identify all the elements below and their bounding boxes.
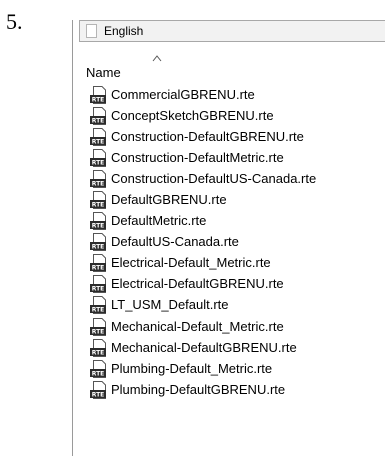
file-list-item[interactable]: RTE CommercialGBRENU.rte bbox=[90, 84, 316, 105]
rte-file-icon: RTE bbox=[90, 127, 106, 146]
sort-ascending-icon bbox=[152, 55, 162, 62]
file-name: ConceptSketchGBRENU.rte bbox=[111, 107, 274, 123]
name-column-header[interactable]: Name bbox=[73, 52, 385, 82]
file-list-item[interactable]: RTE ConceptSketchGBRENU.rte bbox=[90, 105, 316, 126]
rte-badge-text: RTE bbox=[92, 391, 105, 398]
file-name: DefaultUS-Canada.rte bbox=[111, 234, 239, 250]
rte-badge-text: RTE bbox=[92, 370, 105, 377]
file-list-item[interactable]: RTE LT_USM_Default.rte bbox=[90, 295, 316, 316]
file-list-item[interactable]: RTE Construction-DefaultMetric.rte bbox=[90, 147, 316, 168]
file-list-item[interactable]: RTE Mechanical-Default_Metric.rte bbox=[90, 316, 316, 337]
file-name: DefaultGBRENU.rte bbox=[111, 192, 227, 208]
rte-file-icon: RTE bbox=[90, 169, 106, 188]
rte-file-icon: RTE bbox=[90, 359, 106, 378]
rte-badge-text: RTE bbox=[92, 328, 105, 335]
file-list: RTE CommercialGBRENU.rte RTE ConceptSketchG… bbox=[90, 84, 316, 400]
rte-badge-text: RTE bbox=[92, 138, 105, 145]
rte-badge-text: RTE bbox=[92, 265, 105, 272]
rte-badge-text: RTE bbox=[92, 244, 105, 251]
file-name: Mechanical-Default_Metric.rte bbox=[111, 318, 284, 334]
rte-badge-text: RTE bbox=[92, 96, 105, 103]
rte-file-icon: RTE bbox=[90, 233, 106, 252]
rte-file-icon: RTE bbox=[90, 317, 106, 336]
rte-badge-text: RTE bbox=[92, 286, 105, 293]
rte-badge-text: RTE bbox=[92, 223, 105, 230]
file-name: DefaultMetric.rte bbox=[111, 213, 207, 229]
file-name: Construction-DefaultMetric.rte bbox=[111, 149, 284, 165]
file-name: Construction-DefaultUS-Canada.rte bbox=[111, 170, 317, 186]
rte-file-icon: RTE bbox=[90, 106, 106, 125]
file-name: LT_USM_Default.rte bbox=[111, 297, 229, 313]
rte-file-icon: RTE bbox=[90, 148, 106, 167]
file-list-item[interactable]: RTE DefaultGBRENU.rte bbox=[90, 189, 316, 210]
file-name: Construction-DefaultGBRENU.rte bbox=[111, 128, 304, 144]
address-folder-name: English bbox=[104, 24, 144, 38]
file-explorer-pane: English Name RTE CommercialGBRENU.rte RTE C… bbox=[72, 20, 385, 456]
file-list-item[interactable]: RTE DefaultUS-Canada.rte bbox=[90, 232, 316, 253]
rte-badge-text: RTE bbox=[92, 349, 105, 356]
rte-badge-text: RTE bbox=[92, 159, 105, 166]
file-list-item[interactable]: RTE DefaultMetric.rte bbox=[90, 211, 316, 232]
file-list-item[interactable]: RTE Electrical-DefaultGBRENU.rte bbox=[90, 274, 316, 295]
file-list-item[interactable]: RTE Electrical-Default_Metric.rte bbox=[90, 253, 316, 274]
file-name: Plumbing-Default_Metric.rte bbox=[111, 360, 273, 376]
file-list-item[interactable]: RTE Plumbing-DefaultGBRENU.rte bbox=[90, 379, 316, 400]
rte-badge-text: RTE bbox=[92, 117, 105, 124]
file-name: Mechanical-DefaultGBRENU.rte bbox=[111, 339, 297, 355]
rte-file-icon: RTE bbox=[90, 85, 106, 104]
rte-file-icon: RTE bbox=[90, 338, 106, 357]
rte-file-icon: RTE bbox=[90, 212, 106, 231]
rte-badge-text: RTE bbox=[92, 307, 105, 314]
file-name: CommercialGBRENU.rte bbox=[111, 86, 255, 102]
column-label-name: Name bbox=[86, 65, 121, 80]
file-list-item[interactable]: RTE Construction-DefaultGBRENU.rte bbox=[90, 126, 316, 147]
rte-file-icon: RTE bbox=[90, 380, 106, 399]
file-list-item[interactable]: RTE Plumbing-Default_Metric.rte bbox=[90, 358, 316, 379]
rte-badge-text: RTE bbox=[92, 202, 105, 209]
rte-file-icon: RTE bbox=[90, 254, 106, 273]
file-list-item[interactable]: RTE Construction-DefaultUS-Canada.rte bbox=[90, 168, 316, 189]
file-name: Electrical-DefaultGBRENU.rte bbox=[111, 276, 284, 292]
rte-file-icon: RTE bbox=[90, 275, 106, 294]
file-name: Electrical-Default_Metric.rte bbox=[111, 255, 271, 271]
file-name: Plumbing-DefaultGBRENU.rte bbox=[111, 381, 286, 397]
rte-file-icon: RTE bbox=[90, 191, 106, 210]
rte-file-icon: RTE bbox=[90, 296, 106, 315]
address-bar[interactable]: English bbox=[79, 20, 385, 42]
rte-badge-text: RTE bbox=[92, 181, 105, 188]
step-number: 5. bbox=[6, 9, 23, 34]
folder-icon bbox=[86, 24, 97, 38]
file-list-item[interactable]: RTE Mechanical-DefaultGBRENU.rte bbox=[90, 337, 316, 358]
